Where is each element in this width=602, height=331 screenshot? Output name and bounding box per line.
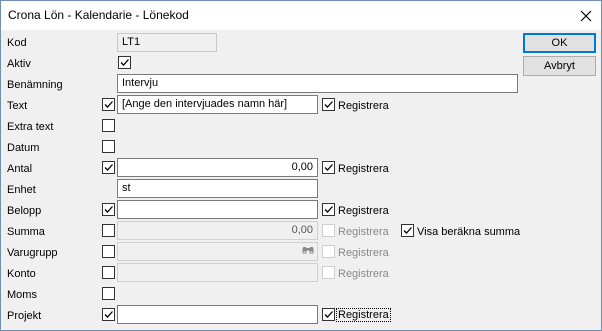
checkmark-icon <box>324 101 333 108</box>
konto-checkbox[interactable] <box>102 266 115 279</box>
belopp-register-label: Registrera <box>338 205 389 217</box>
projekt-register-label: Registrera <box>336 308 391 322</box>
summa-register-label: Registrera <box>338 226 389 238</box>
projekt-register-checkbox[interactable] <box>322 308 335 321</box>
konto-register-label: Registrera <box>338 268 389 280</box>
summa-field: 0,00 <box>117 221 318 240</box>
checkmark-icon <box>104 164 113 171</box>
title-bar: Crona Lön - Kalendarie - Lönekod <box>1 1 601 30</box>
checkmark-icon <box>324 311 333 318</box>
antal-register-label: Registrera <box>338 163 389 175</box>
checkmark-icon <box>104 206 113 213</box>
benamning-label: Benämning <box>7 79 63 91</box>
varugrupp-register-checkbox <box>322 245 335 258</box>
summa-register-checkbox <box>322 224 335 237</box>
antal-input[interactable]: 0,00 <box>117 158 318 177</box>
konto-register-checkbox <box>322 266 335 279</box>
show-calc-sum-checkbox[interactable] <box>401 224 414 237</box>
datum-checkbox[interactable] <box>102 140 115 153</box>
text-checkbox[interactable] <box>102 98 115 111</box>
projekt-checkbox[interactable] <box>102 308 115 321</box>
checkmark-icon <box>120 59 129 66</box>
close-icon <box>580 10 592 21</box>
antal-label: Antal <box>7 163 33 175</box>
konto-label: Konto <box>7 268 36 280</box>
aktiv-label: Aktiv <box>7 58 31 70</box>
benamning-input[interactable]: Intervju <box>117 74 518 93</box>
varugrupp-checkbox[interactable] <box>102 245 115 258</box>
text-register-label: Registrera <box>338 100 389 112</box>
moms-checkbox[interactable] <box>102 287 115 300</box>
moms-label: Moms <box>7 289 37 301</box>
kod-label: Kod <box>7 37 27 49</box>
dialog-body: Kod LT1 Aktiv Benämning Intervju Text [A… <box>1 30 601 330</box>
show-calc-sum-label: Visa beräkna summa <box>417 226 521 238</box>
cancel-button[interactable]: Avbryt <box>523 56 596 76</box>
belopp-register-checkbox[interactable] <box>322 203 335 216</box>
projekt-label: Projekt <box>7 310 42 322</box>
belopp-checkbox[interactable] <box>102 203 115 216</box>
text-input[interactable]: [Ange den intervjuades namn här] <box>117 95 318 114</box>
kod-field: LT1 <box>117 33 217 52</box>
datum-label: Datum <box>7 142 40 154</box>
checkmark-icon <box>403 227 412 234</box>
extra-text-label: Extra text <box>7 121 54 133</box>
antal-register-checkbox[interactable] <box>322 161 335 174</box>
varugrupp-register-label: Registrera <box>338 247 389 259</box>
checkmark-icon <box>324 206 333 213</box>
ok-button[interactable]: OK <box>523 33 596 53</box>
aktiv-checkbox[interactable] <box>118 56 131 69</box>
close-button[interactable] <box>571 1 601 30</box>
text-register-checkbox[interactable] <box>322 98 335 111</box>
konto-field <box>117 263 318 282</box>
belopp-input[interactable] <box>117 200 318 219</box>
enhet-label: Enhet <box>7 184 36 196</box>
varugrupp-field <box>117 242 318 261</box>
summa-checkbox[interactable] <box>102 224 115 237</box>
antal-checkbox[interactable] <box>102 161 115 174</box>
checkmark-icon <box>104 311 113 318</box>
window-title: Crona Lön - Kalendarie - Lönekod <box>8 8 189 22</box>
varugrupp-label: Varugrupp <box>7 247 58 259</box>
extra-text-checkbox[interactable] <box>102 119 115 132</box>
text-label: Text <box>7 100 28 112</box>
checkmark-icon <box>324 164 333 171</box>
dialog-window: Crona Lön - Kalendarie - Lönekod Kod LT1… <box>0 0 602 331</box>
summa-label: Summa <box>7 226 45 238</box>
checkmark-icon <box>104 101 113 108</box>
projekt-register-text: Registrera <box>336 308 391 322</box>
enhet-input[interactable]: st <box>117 179 318 198</box>
projekt-input[interactable] <box>117 305 318 324</box>
belopp-label: Belopp <box>7 205 42 217</box>
